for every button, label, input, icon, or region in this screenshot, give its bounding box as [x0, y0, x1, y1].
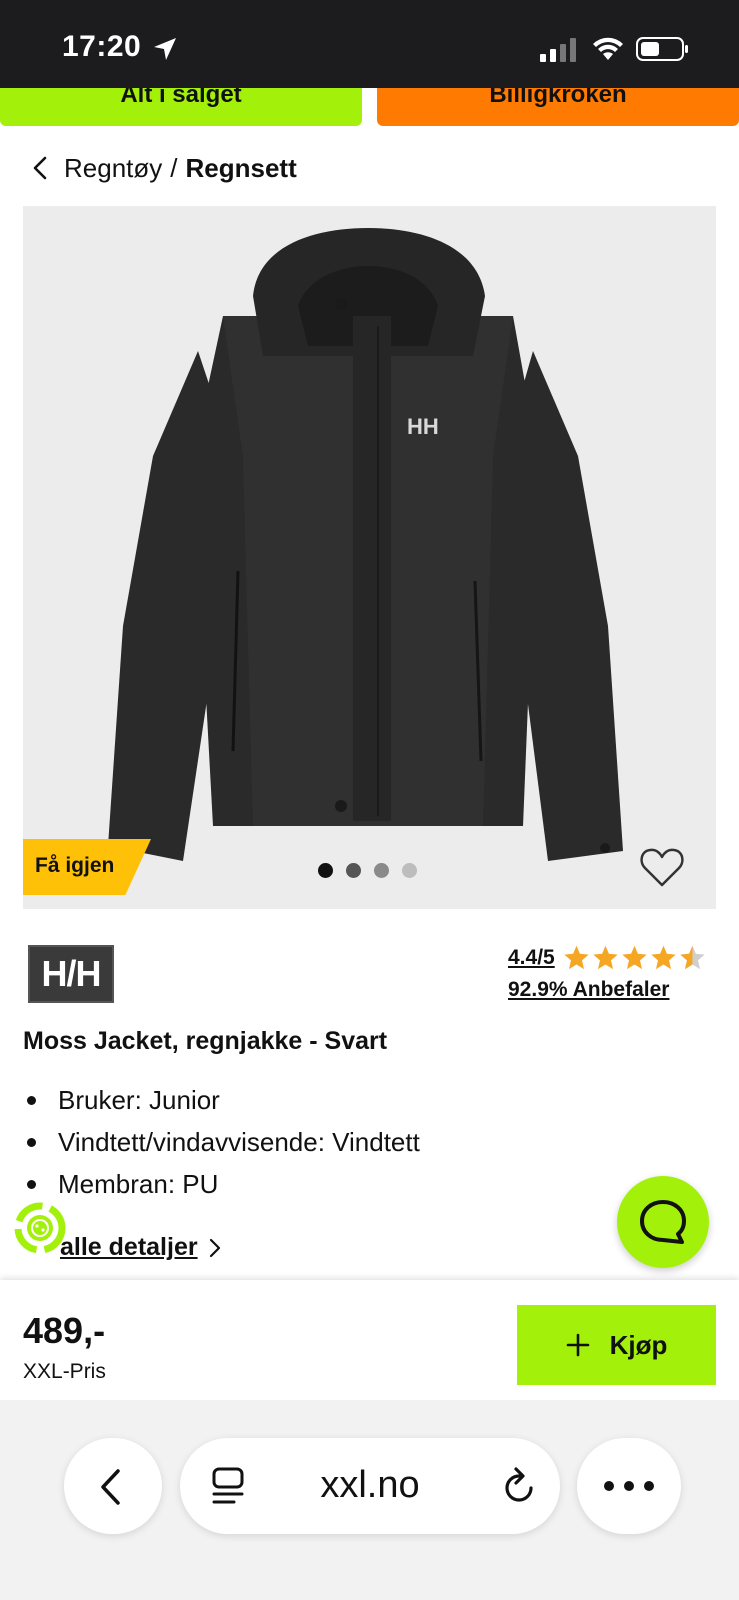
- brand-logo-text: H/H: [41, 953, 102, 994]
- carousel-dot[interactable]: [346, 863, 361, 878]
- battery-icon: [636, 37, 688, 61]
- buy-button-label: Kjøp: [609, 1329, 668, 1360]
- eco-recycle-icon[interactable]: [12, 1200, 68, 1256]
- carousel-dot[interactable]: [374, 863, 389, 878]
- browser-back-button[interactable]: [64, 1438, 162, 1534]
- cellular-signal-icon: [540, 38, 576, 62]
- chevron-left-icon[interactable]: [30, 155, 50, 181]
- star-full-icon: [622, 945, 647, 970]
- back-arrow-icon: [101, 1469, 120, 1505]
- jacket-logo: HH: [407, 414, 439, 439]
- buy-button[interactable]: Kjøp: [517, 1305, 716, 1385]
- address-bar[interactable]: xxl.no: [180, 1438, 560, 1534]
- product-title: Moss Jacket, regnjakke - Svart: [23, 1027, 388, 1055]
- rating-stars: [563, 944, 706, 971]
- cashback-badge-label: Få igjen: [35, 854, 115, 877]
- product-image-gallery[interactable]: HH Få igjen: [23, 206, 716, 909]
- wifi-icon: [593, 37, 623, 60]
- feature-item: Membran: PU: [23, 1166, 420, 1208]
- chat-bubble-icon: [640, 1200, 686, 1244]
- star-partial-icon: [680, 945, 705, 970]
- chat-button[interactable]: [617, 1176, 709, 1268]
- product-price: 489,-: [23, 1310, 106, 1351]
- browser-toolbar: xxl.no: [0, 1400, 739, 1600]
- breadcrumb-current[interactable]: Regnsett: [186, 153, 297, 184]
- breadcrumb-separator: /: [170, 152, 178, 183]
- star-full-icon: [651, 945, 676, 970]
- reload-icon[interactable]: [500, 1466, 538, 1506]
- more-dots-icon: [604, 1481, 654, 1491]
- rating-score[interactable]: 4.4/5: [508, 946, 555, 970]
- price-label: XXL-Pris: [23, 1360, 106, 1383]
- star-full-icon: [564, 945, 589, 970]
- status-time: 17:20: [62, 30, 142, 63]
- plus-icon: [566, 1333, 589, 1357]
- all-details-label: alle detaljer: [60, 1233, 198, 1261]
- feature-item: Vindtett/vindavvisende: Vindtett: [23, 1124, 420, 1166]
- carousel-dots[interactable]: [318, 863, 417, 878]
- carousel-dot[interactable]: [318, 863, 333, 878]
- rating-row[interactable]: 4.4/5: [508, 944, 706, 971]
- star-full-icon: [593, 945, 618, 970]
- recommend-percentage[interactable]: 92.9% Anbefaler: [508, 978, 669, 1002]
- jacket-image: HH: [108, 228, 623, 861]
- carousel-dot[interactable]: [402, 863, 417, 878]
- price-bar: 489,- XXL-Pris Kjøp: [0, 1280, 739, 1400]
- location-arrow-icon: [154, 38, 176, 60]
- feature-item: Bruker: Junior: [23, 1082, 420, 1124]
- brand-logo[interactable]: H/H: [28, 945, 114, 1003]
- breadcrumb: Regntøy / Regnsett: [30, 150, 297, 186]
- status-bar: 17:20: [0, 0, 739, 88]
- breadcrumb-parent-link[interactable]: Regntøy: [64, 153, 162, 184]
- feature-list: Bruker: Junior Vindtett/vindavvisende: V…: [23, 1082, 420, 1208]
- chevron-right-icon: [209, 1238, 220, 1257]
- browser-more-button[interactable]: [577, 1438, 681, 1534]
- heart-icon[interactable]: [639, 846, 685, 888]
- all-details-link[interactable]: alle detaljer: [60, 1233, 222, 1262]
